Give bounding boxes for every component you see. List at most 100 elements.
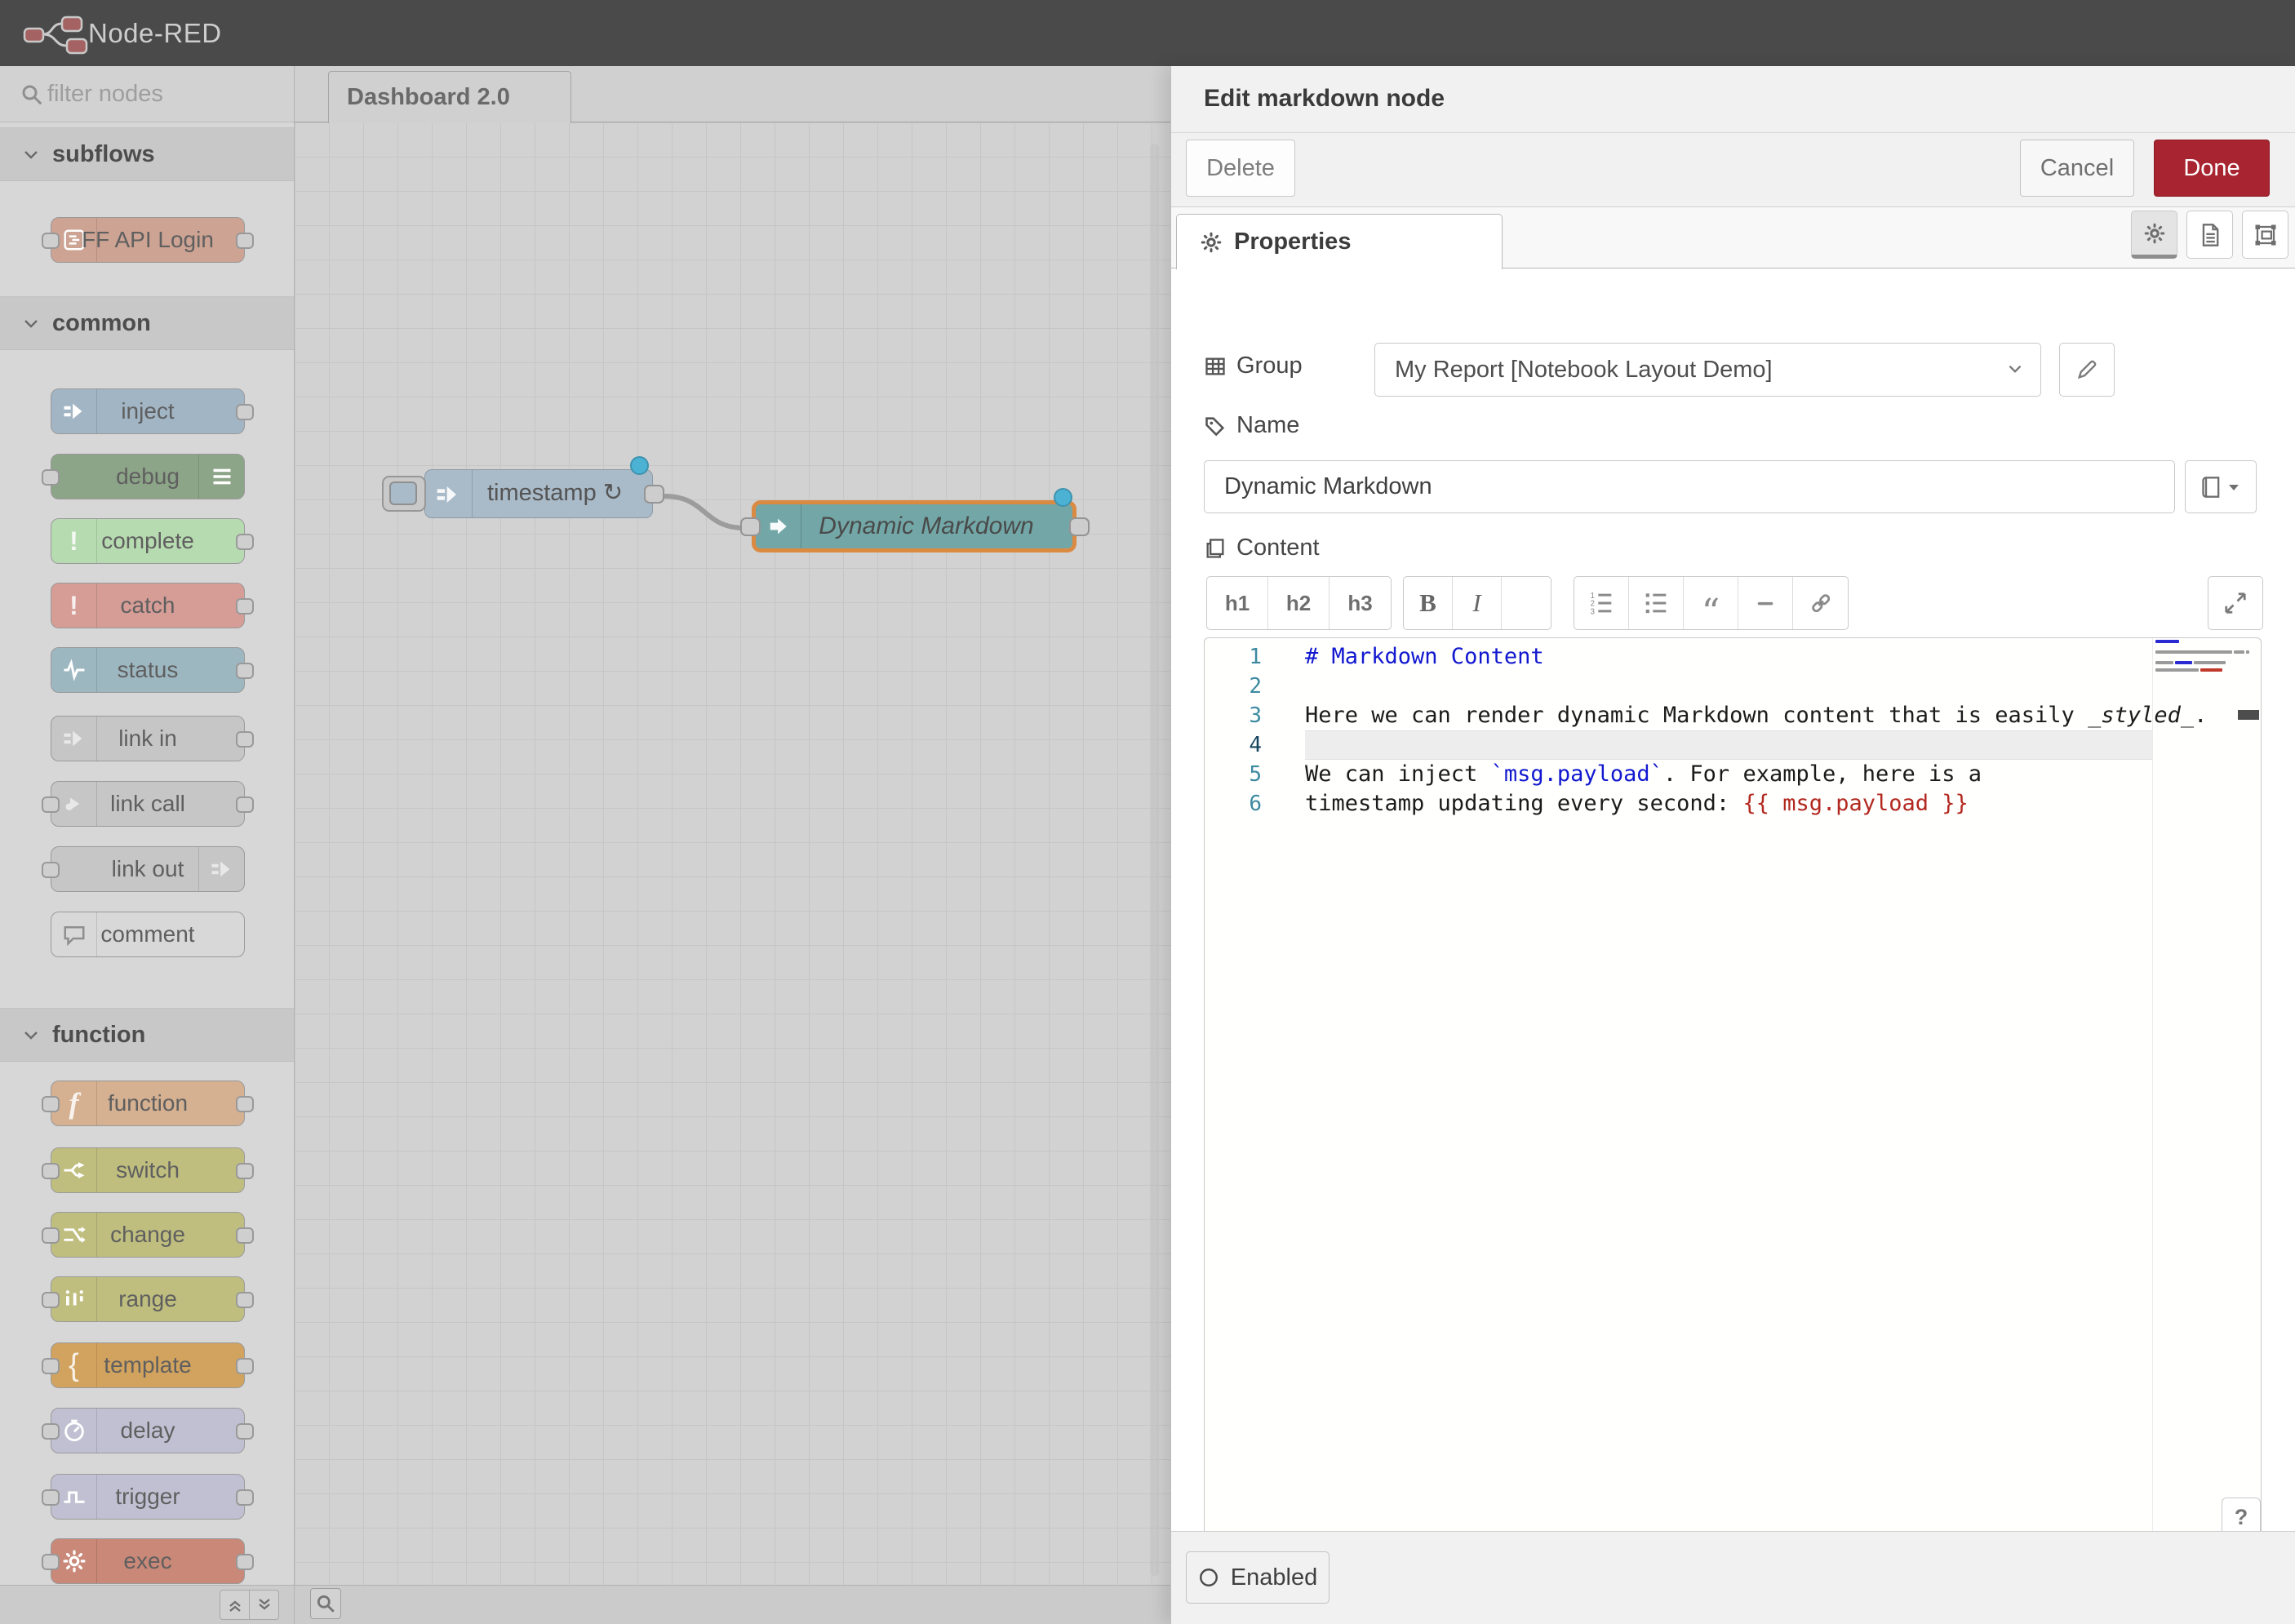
tab-properties-label: Properties	[1234, 215, 1351, 268]
palette-node-function[interactable]: ffunction	[51, 1080, 245, 1126]
svg-text:3: 3	[1590, 608, 1595, 616]
tray-footer: Enabled	[1171, 1531, 2295, 1624]
palette-node-status[interactable]: status	[51, 647, 245, 693]
expand-icon	[2223, 591, 2248, 615]
md-h1-button[interactable]: h1	[1207, 577, 1268, 629]
md-quote-button[interactable]: “	[1684, 577, 1738, 629]
book-icon	[2201, 476, 2222, 499]
double-chevron-up-icon	[225, 1595, 245, 1615]
search-flows-button[interactable]	[310, 1588, 341, 1619]
palette-node-delay[interactable]: delay	[51, 1408, 245, 1453]
tab-properties[interactable]: Properties	[1176, 214, 1503, 269]
palette-filter-input[interactable]	[46, 73, 233, 115]
done-button[interactable]: Done	[2154, 140, 2270, 197]
palette-node-range[interactable]: range	[51, 1276, 245, 1322]
tab-dashboard-2.0[interactable]: Dashboard 2.0	[328, 71, 571, 123]
palette-node-comment[interactable]: comment	[51, 912, 245, 957]
output-port	[236, 1096, 254, 1112]
md-code-button[interactable]	[1502, 577, 1551, 629]
markdown-code-editor[interactable]: 1 # Markdown Content2 3 Here we can rend…	[1204, 637, 2262, 1538]
editor-minimap[interactable]	[2155, 640, 2235, 689]
name-type-button[interactable]	[2185, 460, 2257, 513]
md-bold-button[interactable]: B	[1404, 577, 1453, 629]
node-timestamp[interactable]: timestamp ↻	[424, 469, 653, 518]
md-ol-button[interactable]: 123	[1574, 577, 1629, 629]
appearance-tab-button[interactable]	[2242, 211, 2288, 259]
markdown-toolbar-group-1: BI	[1403, 576, 1551, 630]
palette-node-label: comment	[51, 912, 244, 956]
wire-layer	[295, 122, 1170, 1585]
tray-title: Edit markdown node	[1204, 66, 1445, 131]
editor-expand-button[interactable]	[2208, 576, 2263, 630]
node-dynamic-markdown[interactable]: Dynamic Markdown	[752, 500, 1076, 552]
output-port	[236, 663, 254, 679]
palette-collapse-all-button[interactable]	[220, 1590, 250, 1620]
input-port	[42, 1163, 60, 1179]
palette-node-link-in[interactable]: link in	[51, 716, 245, 761]
minimap-line	[2155, 640, 2179, 643]
palette-node-link-out[interactable]: link out	[51, 846, 245, 892]
document-icon	[2199, 223, 2222, 247]
canvas-vertical-scrollbar[interactable]	[1150, 144, 1159, 1576]
tray-form: Group My Report [Notebook Layout Demo]	[1171, 268, 2295, 1531]
tray-tabs-row: Properties	[1171, 207, 2295, 268]
chevron-down-icon	[2004, 358, 2026, 379]
palette-node-label: inject	[51, 389, 244, 433]
palette-node-template[interactable]: {template	[51, 1342, 245, 1388]
flow-canvas[interactable]: timestamp ↻ Dynamic Markdown	[295, 122, 1170, 1585]
overview-ruler-marker	[2238, 710, 2259, 720]
palette-node-switch[interactable]: switch	[51, 1147, 245, 1193]
double-chevron-down-icon	[255, 1595, 274, 1615]
palette-category-function[interactable]: function	[0, 1008, 294, 1062]
palette-node-trigger[interactable]: trigger	[51, 1474, 245, 1520]
port-markdown-output[interactable]	[1069, 517, 1090, 536]
input-port	[42, 1423, 60, 1440]
line-number: 1	[1205, 642, 1262, 672]
group-select[interactable]: My Report [Notebook Layout Demo]	[1374, 343, 2041, 397]
md-h2-button[interactable]: h2	[1268, 577, 1330, 629]
palette-node-ff-api-login[interactable]: FF API Login	[51, 217, 245, 263]
description-tab-button[interactable]	[2186, 211, 2233, 259]
output-port	[236, 1358, 254, 1374]
palette-node-label: complete	[51, 519, 244, 563]
minimap-separator	[2152, 638, 2153, 1537]
palette-node-label: link call	[51, 782, 244, 826]
inject-trigger-button[interactable]	[382, 476, 426, 512]
md-italic-button[interactable]: I	[1453, 577, 1502, 629]
palette-node-catch[interactable]: !catch	[51, 583, 245, 628]
output-port	[236, 796, 254, 813]
properties-tab-button[interactable]	[2131, 211, 2177, 259]
palette-node-exec[interactable]: exec	[51, 1538, 245, 1584]
md-ul-button[interactable]	[1629, 577, 1684, 629]
palette-category-subflows[interactable]: subflows	[0, 127, 294, 181]
md-link-button[interactable]	[1793, 577, 1848, 629]
input-port	[42, 233, 60, 249]
palette-node-change[interactable]: change	[51, 1212, 245, 1258]
palette-node-link-call[interactable]: link call	[51, 781, 245, 827]
cancel-button[interactable]: Cancel	[2020, 140, 2134, 197]
palette-node-label: link out	[51, 847, 244, 891]
delete-button[interactable]: Delete	[1186, 140, 1295, 197]
edit-group-button[interactable]	[2059, 343, 2115, 397]
node-enabled-toggle[interactable]: Enabled	[1186, 1551, 1330, 1604]
output-port	[236, 1163, 254, 1179]
palette-node-label: catch	[51, 583, 244, 628]
palette-node-debug[interactable]: debug	[51, 454, 245, 499]
app-title: Node-RED	[88, 0, 222, 66]
md-hr-button[interactable]	[1738, 577, 1793, 629]
minimap-line	[2155, 668, 2222, 672]
port-timestamp-output[interactable]	[644, 485, 664, 504]
name-input[interactable]	[1204, 460, 2175, 513]
md-h3-button[interactable]: h3	[1330, 577, 1391, 629]
port-markdown-input[interactable]	[740, 517, 761, 536]
palette-search[interactable]	[0, 66, 294, 122]
palette-node-complete[interactable]: !complete	[51, 518, 245, 564]
chevron-down-icon	[21, 1025, 41, 1045]
palette-node-inject[interactable]: inject	[51, 388, 245, 434]
palette-node-label: exec	[51, 1539, 244, 1583]
editor-line-1: 1 # Markdown Content	[1205, 642, 2261, 672]
palette-category-common[interactable]: common	[0, 296, 294, 350]
enabled-label: Enabled	[1231, 1564, 1317, 1591]
palette-expand-all-button[interactable]	[249, 1590, 279, 1620]
input-port	[42, 1292, 60, 1308]
